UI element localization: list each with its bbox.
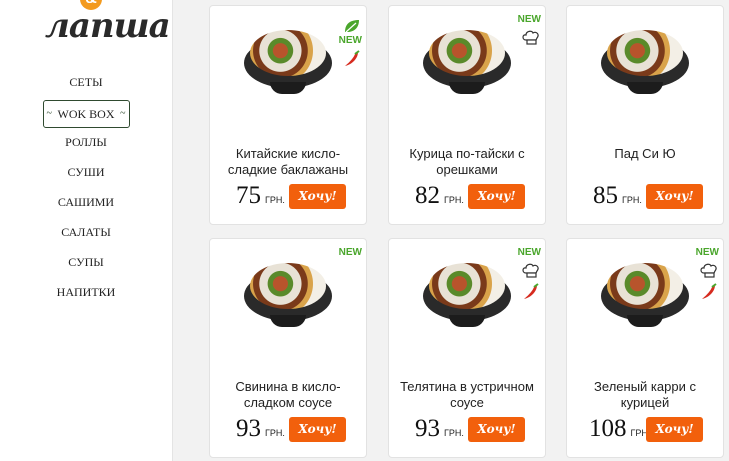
new-badge: NEW (517, 14, 541, 25)
product-badges: NEW (515, 14, 541, 47)
product-title[interactable]: Китайские кисло-сладкие баклажаны (218, 146, 358, 178)
product-image[interactable] (244, 257, 332, 337)
nav-item-salads[interactable]: САЛАТЫ (0, 220, 172, 250)
order-button[interactable]: Хочу! (646, 184, 703, 209)
nav-item-label: СУПЫ (68, 255, 104, 269)
nav-item-label: САШИМИ (57, 195, 115, 209)
nav-item-rolls[interactable]: РОЛЛЫ (0, 130, 172, 160)
order-button[interactable]: Хочу! (468, 417, 525, 442)
brand-logo[interactable]: & лапша (18, 0, 171, 56)
chef-hat-icon (522, 263, 539, 278)
sidebar: & лапша СЕТЫ WOK BOX РОЛЛЫ СУШИ САШИМИ С… (0, 0, 173, 461)
product-price: 108 ГРН. (589, 415, 650, 443)
product-card[interactable]: NEW Зеленый карри с курицей 108 ГРН. Хочу… (566, 238, 724, 458)
new-badge: NEW (338, 247, 362, 258)
price-value: 108 (589, 415, 627, 442)
chef-hat-icon (522, 30, 539, 45)
new-badge: NEW (695, 247, 719, 258)
price-currency: ГРН. (265, 428, 285, 438)
category-nav: СЕТЫ WOK BOX РОЛЛЫ СУШИ САШИМИ САЛАТЫ СУ… (0, 70, 172, 310)
product-title[interactable]: Телятина в устричном соусе (397, 379, 537, 411)
price-value: 93 (236, 415, 261, 442)
product-badges: NEW (693, 247, 719, 301)
price-value: 93 (415, 415, 440, 442)
product-card[interactable]: NEW Телятина в устричном соусе 93 ГРН. Хо… (388, 238, 546, 458)
price-currency: ГРН. (622, 195, 642, 205)
product-card[interactable]: NEW Китайские кисло-сладкие баклажаны 75… (209, 5, 367, 225)
product-badges: NEW (515, 247, 541, 301)
order-button[interactable]: Хочу! (468, 184, 525, 209)
nav-item-soups[interactable]: СУПЫ (0, 250, 172, 280)
product-badges: NEW (336, 14, 362, 68)
product-price: 82 ГРН. (415, 182, 464, 210)
price-value: 82 (415, 182, 440, 209)
product-badges: NEW (336, 247, 362, 259)
product-card[interactable]: NEW Свинина в кисло-сладком соусе 93 ГРН.… (209, 238, 367, 458)
chef-hat-icon (700, 263, 717, 278)
price-value: 85 (593, 182, 618, 209)
order-button[interactable]: Хочу! (289, 417, 346, 442)
logo-text: лапша (45, 6, 171, 46)
product-card[interactable]: Пад Си Ю 85 ГРН. Хочу! (566, 5, 724, 225)
chili-icon (345, 50, 360, 66)
product-image[interactable] (601, 257, 689, 337)
product-price: 85 ГРН. (593, 182, 642, 210)
nav-item-wok-box[interactable]: WOK BOX (0, 100, 172, 130)
product-image[interactable] (244, 24, 332, 104)
nav-item-sushi[interactable]: СУШИ (0, 160, 172, 190)
price-value: 75 (236, 182, 261, 209)
price-currency: ГРН. (444, 195, 464, 205)
order-button[interactable]: Хочу! (289, 184, 346, 209)
new-badge: NEW (338, 35, 362, 46)
vegan-leaf-icon (345, 20, 359, 33)
product-price: 75 ГРН. (236, 182, 285, 210)
product-title[interactable]: Курица по-тайски с орешками (397, 146, 537, 178)
order-button[interactable]: Хочу! (646, 417, 703, 442)
product-price: 93 ГРН. (415, 415, 464, 443)
nav-item-sashimi[interactable]: САШИМИ (0, 190, 172, 220)
product-title[interactable]: Зеленый карри с курицей (575, 379, 715, 411)
nav-item-label: WOK BOX (42, 100, 130, 128)
product-title[interactable]: Пад Си Ю (575, 146, 715, 162)
nav-item-drinks[interactable]: НАПИТКИ (0, 280, 172, 310)
product-price: 93 ГРН. (236, 415, 285, 443)
product-card[interactable]: NEW Курица по-тайски с орешками 82 ГРН. Х… (388, 5, 546, 225)
nav-item-label: СЕТЫ (69, 75, 103, 89)
chili-icon (702, 283, 717, 299)
price-currency: ГРН. (265, 195, 285, 205)
price-currency: ГРН. (444, 428, 464, 438)
product-title[interactable]: Свинина в кисло-сладком соусе (218, 379, 358, 411)
chili-icon (524, 283, 539, 299)
product-image[interactable] (423, 257, 511, 337)
new-badge: NEW (517, 247, 541, 258)
product-image[interactable] (601, 24, 689, 104)
nav-item-label: РОЛЛЫ (65, 135, 107, 149)
product-image[interactable] (423, 24, 511, 104)
nav-item-label: НАПИТКИ (56, 285, 116, 299)
nav-item-label: СУШИ (67, 165, 105, 179)
nav-item-sets[interactable]: СЕТЫ (0, 70, 172, 100)
nav-item-label: САЛАТЫ (61, 225, 111, 239)
